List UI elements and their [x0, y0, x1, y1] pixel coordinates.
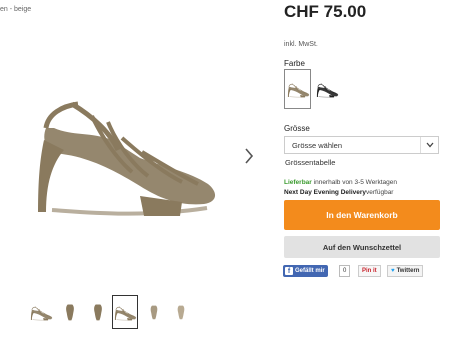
- thumbnail-6[interactable]: [168, 295, 194, 329]
- delivery-time: innerhalb von 3-5 Werktagen: [313, 179, 397, 186]
- size-select-value: Grösse wählen: [292, 141, 343, 150]
- twitter-button[interactable]: ♥ Twittern: [387, 265, 424, 277]
- availability-info: Lieferbar innerhalb von 3-5 Werktagen Ne…: [284, 178, 397, 197]
- facebook-like-button[interactable]: f Gefällt mir: [283, 265, 328, 277]
- product-price: CHF 75.00: [284, 2, 367, 21]
- facebook-like-count: 0: [339, 265, 351, 277]
- size-table-link[interactable]: Grössentabelle: [285, 158, 335, 167]
- color-label: Farbe: [284, 59, 305, 68]
- chevron-right-icon[interactable]: [242, 146, 256, 166]
- twitter-label: Twittern: [396, 268, 420, 274]
- express-delivery-status: verfügbar: [366, 188, 394, 196]
- thumbnail-4[interactable]: [112, 295, 138, 329]
- facebook-like-label: Gefällt mir: [295, 268, 325, 274]
- thumbnail-2[interactable]: [57, 295, 83, 329]
- pinterest-button[interactable]: Pin it: [358, 265, 381, 277]
- availability-status: Lieferbar: [284, 179, 312, 186]
- size-select[interactable]: Grösse wählen: [284, 136, 439, 154]
- add-to-wishlist-button[interactable]: Auf den Wunschzettel: [284, 236, 440, 258]
- vat-note: inkl. MwSt.: [284, 41, 318, 48]
- thumbnail-strip: [28, 295, 198, 331]
- product-main-image[interactable]: [22, 80, 222, 220]
- size-label: Grösse: [284, 124, 310, 133]
- color-swatch-beige[interactable]: [284, 69, 311, 109]
- express-delivery-label: Next Day Evening Delivery: [284, 188, 367, 196]
- color-swatch-black[interactable]: [313, 69, 340, 109]
- facebook-icon: f: [285, 267, 293, 275]
- breadcrumb: en - beige: [0, 6, 32, 13]
- thumbnail-1[interactable]: [28, 295, 54, 329]
- thumbnail-3[interactable]: [85, 295, 111, 329]
- add-to-cart-button[interactable]: In den Warenkorb: [284, 200, 440, 230]
- chevron-down-icon: [420, 137, 438, 153]
- sandal-side-view: [22, 80, 222, 220]
- twitter-bird-icon: ♥: [391, 268, 395, 274]
- thumbnail-5[interactable]: [141, 295, 167, 329]
